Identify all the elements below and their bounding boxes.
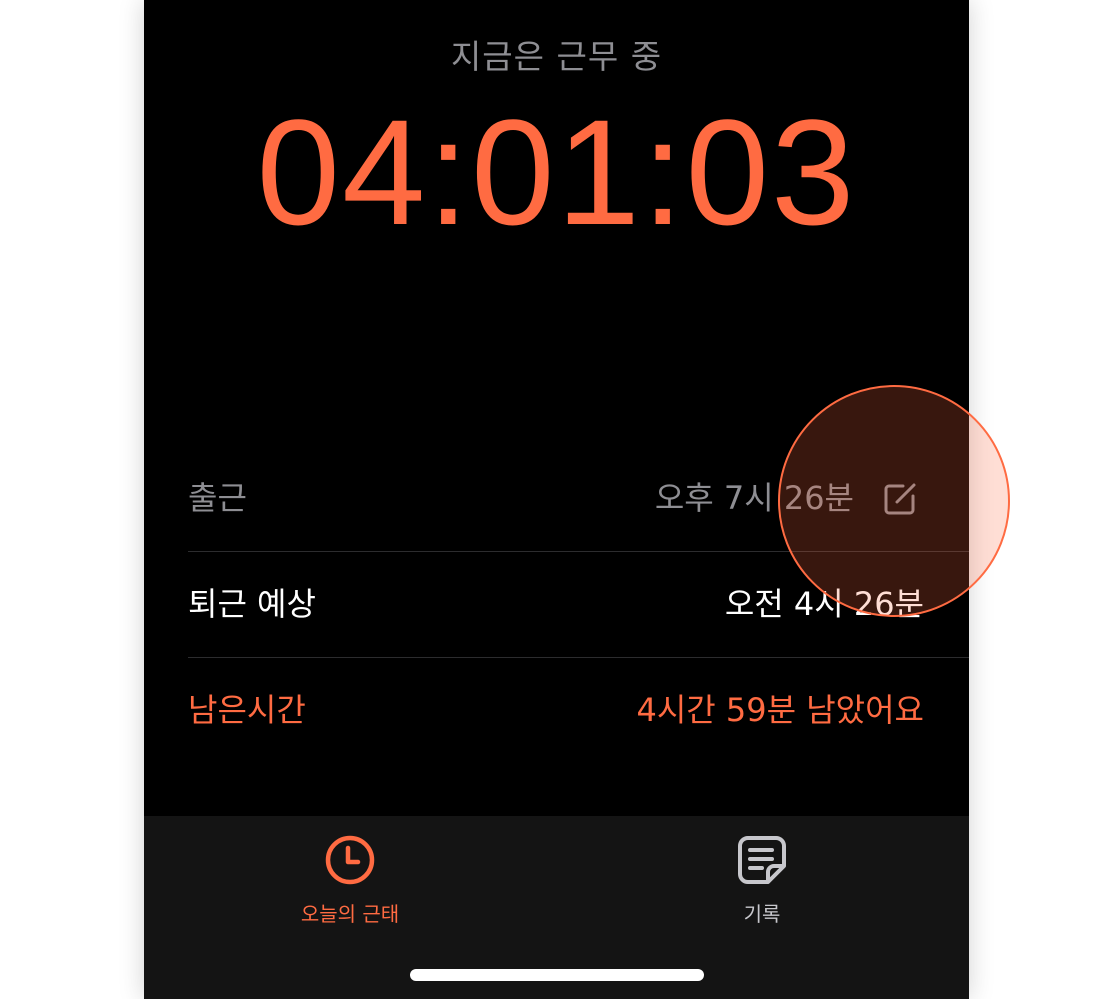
clock-in-time: 오후 7시 26분 xyxy=(654,479,854,517)
elapsed-timer: 04:01:03 xyxy=(256,88,857,256)
document-icon xyxy=(738,836,786,884)
edit-icon[interactable] xyxy=(881,480,919,518)
expected-clock-out-row: 퇴근 예상 오전 4시 26분 xyxy=(188,552,969,658)
expected-clock-out-time: 오전 4시 26분 xyxy=(724,585,924,623)
remaining-time-label: 남은시간 xyxy=(188,691,306,729)
tab-bar: 오늘의 근태 기록 xyxy=(144,816,969,999)
app-screen: 지금은 근무 중 04:01:03 출근 오후 7시 26분 퇴근 예상 오전 … xyxy=(144,0,969,999)
remaining-time-row: 남은시간 4시간 59분 남았어요 xyxy=(188,658,969,763)
tab-records-label: 기록 xyxy=(743,902,781,926)
home-indicator[interactable] xyxy=(410,969,704,981)
page: 지금은 근무 중 04:01:03 출근 오후 7시 26분 퇴근 예상 오전 … xyxy=(0,0,1119,999)
clock-in-row: 출근 오후 7시 26분 xyxy=(188,446,969,552)
clock-in-label: 출근 xyxy=(188,479,247,517)
clock-icon xyxy=(325,835,375,885)
tab-today-attendance[interactable]: 오늘의 근태 xyxy=(250,834,450,927)
expected-clock-out-label: 퇴근 예상 xyxy=(188,585,316,623)
remaining-time-value: 4시간 59분 남았어요 xyxy=(636,691,924,729)
tab-today-label: 오늘의 근태 xyxy=(300,902,400,926)
work-status-label: 지금은 근무 중 xyxy=(450,37,663,76)
tab-records[interactable]: 기록 xyxy=(662,834,862,927)
